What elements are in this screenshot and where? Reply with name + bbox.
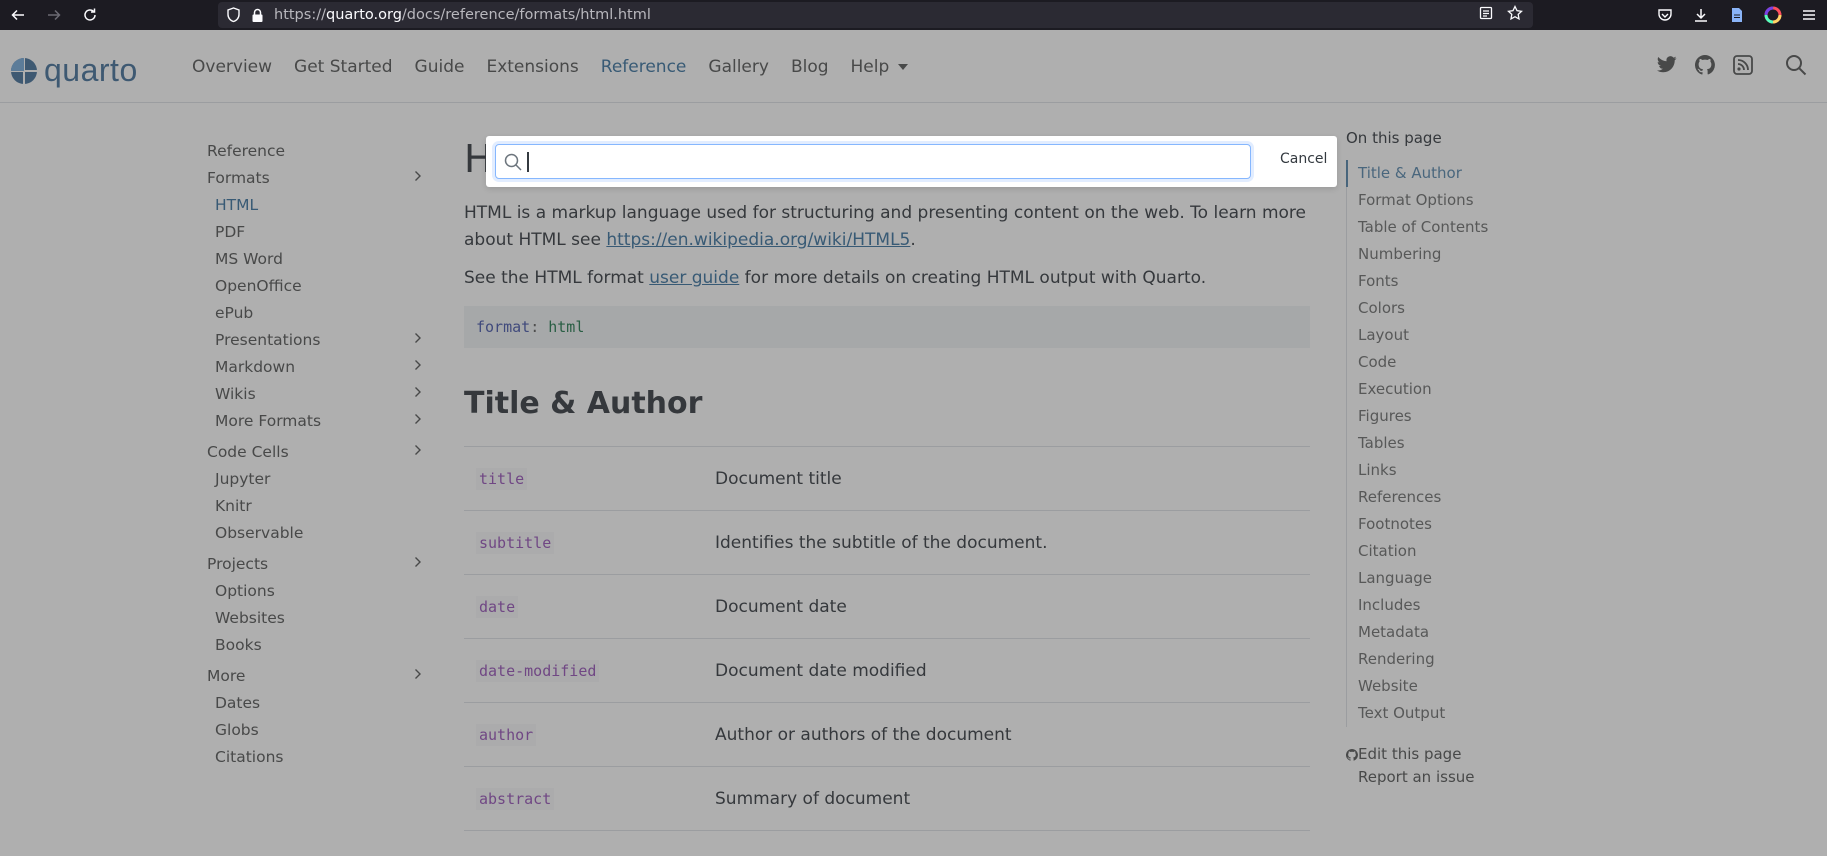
search-icon xyxy=(504,153,522,171)
browser-toolbar: https://quarto.org/docs/reference/format… xyxy=(0,0,1827,30)
pocket-icon[interactable] xyxy=(1647,0,1683,30)
search-dialog: Cancel xyxy=(486,136,1337,187)
reload-icon[interactable] xyxy=(72,0,108,30)
url-text: https://quarto.org/docs/reference/format… xyxy=(274,7,651,23)
back-icon[interactable] xyxy=(0,0,36,30)
forward-icon[interactable] xyxy=(36,0,72,30)
downloads-icon[interactable] xyxy=(1683,0,1719,30)
lock-icon[interactable] xyxy=(251,8,264,23)
page-icon[interactable] xyxy=(1719,0,1755,30)
search-input-wrapper xyxy=(495,144,1251,179)
menu-icon[interactable] xyxy=(1791,0,1827,30)
url-bar[interactable]: https://quarto.org/docs/reference/format… xyxy=(218,2,1533,28)
url-host: quarto.org xyxy=(325,7,402,23)
shield-icon[interactable] xyxy=(226,7,241,23)
url-path: /docs/reference/formats/html.html xyxy=(401,7,651,23)
text-caret xyxy=(527,152,529,172)
cancel-button[interactable]: Cancel xyxy=(1280,151,1327,167)
bookmark-star-icon[interactable] xyxy=(1507,4,1523,25)
url-scheme: https:// xyxy=(274,7,326,23)
extension-color-icon[interactable] xyxy=(1755,0,1791,30)
reader-view-icon[interactable] xyxy=(1479,6,1493,24)
search-input[interactable] xyxy=(524,148,1239,175)
